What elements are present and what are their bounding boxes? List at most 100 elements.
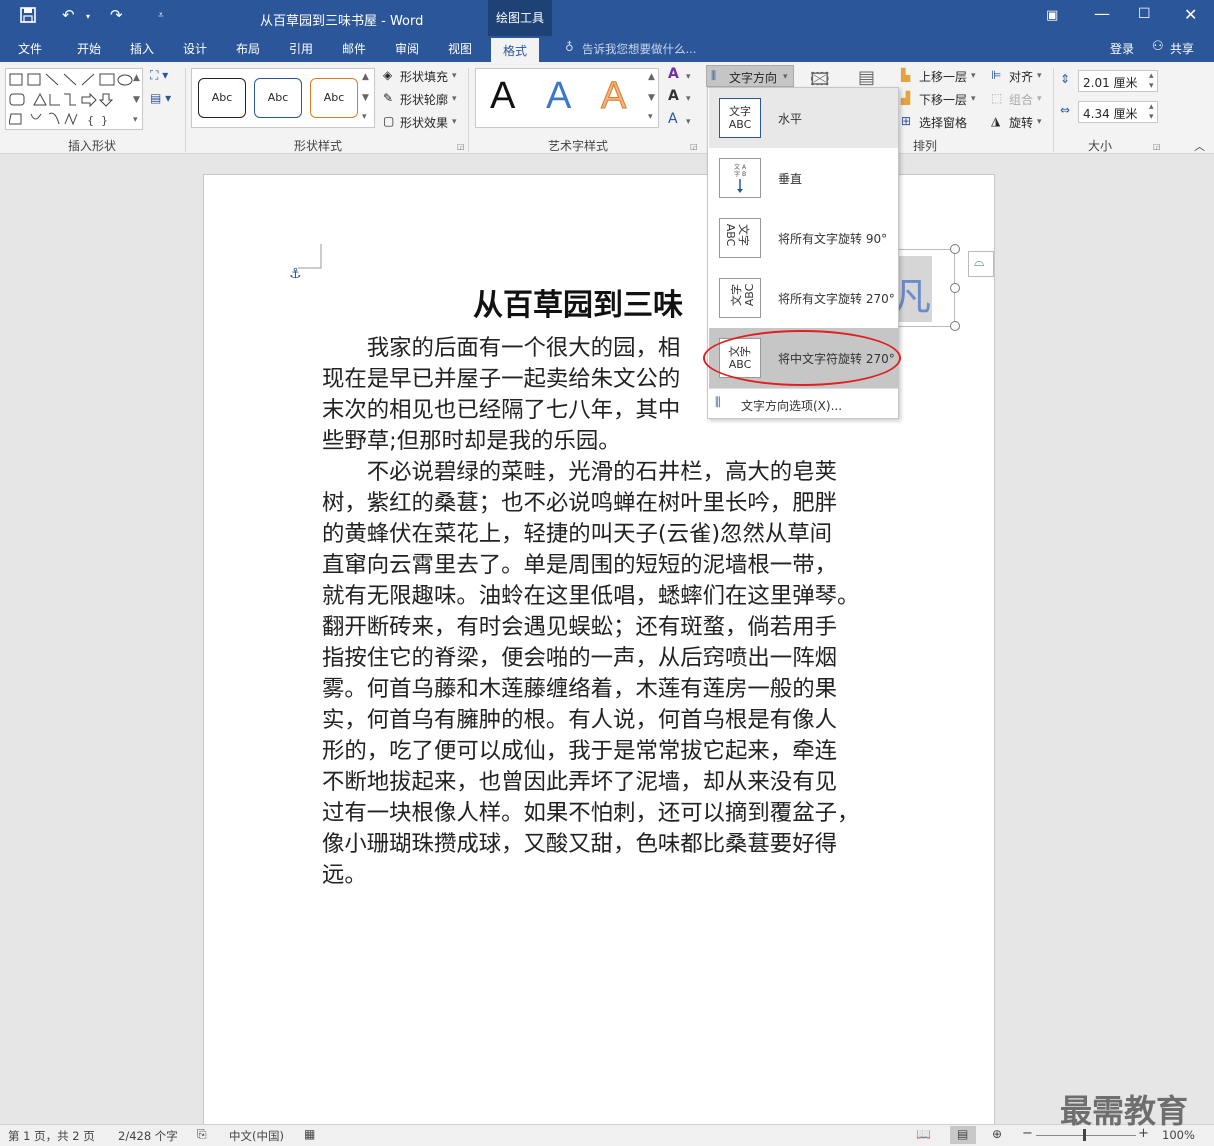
shape-styles-gallery[interactable]: Abc Abc Abc ▲ ▼ ▾ xyxy=(191,68,375,128)
gallery-up-icon[interactable]: ▲ xyxy=(648,72,655,82)
bring-forward-icon[interactable]: ▙ xyxy=(901,68,910,82)
proofing-icon[interactable]: ⎘ xyxy=(197,1127,207,1142)
shape-style-sample[interactable]: Abc xyxy=(254,78,302,118)
minimize-icon[interactable]: — xyxy=(1094,4,1110,23)
collapse-ribbon-icon[interactable]: ︿ xyxy=(1194,138,1205,154)
selection-pane-button[interactable]: 选择窗格 xyxy=(919,114,967,131)
gallery-up-icon[interactable]: ▲ xyxy=(362,72,369,82)
sign-in-link[interactable]: 登录 xyxy=(1110,40,1134,57)
ribbon-display-options-icon[interactable]: ▣ xyxy=(1046,8,1058,23)
tab-insert[interactable]: 插入 xyxy=(130,40,154,57)
edit-shape-icon[interactable]: ⛶ ▾ xyxy=(150,68,168,83)
undo-dropdown-icon[interactable]: ▾ xyxy=(86,12,90,21)
spin-down-icon[interactable]: ▾ xyxy=(1149,112,1154,122)
dialog-launcher-icon[interactable]: ◲ xyxy=(1153,142,1161,151)
close-icon[interactable]: ✕ xyxy=(1184,5,1197,24)
chevron-down-icon[interactable]: ▾ xyxy=(1037,71,1042,81)
maximize-icon[interactable]: ☐ xyxy=(1138,6,1151,22)
wordart-gallery[interactable]: A A A ▲ ▼ ▾ xyxy=(475,68,659,128)
save-icon[interactable] xyxy=(20,7,36,27)
chevron-down-icon[interactable]: ▾ xyxy=(452,71,457,81)
share-button[interactable]: 共享 xyxy=(1170,40,1194,57)
zoom-slider[interactable] xyxy=(1036,1135,1136,1136)
align-button[interactable]: 对齐 xyxy=(1009,68,1033,85)
menu-item-text-direction-options[interactable]: ⫼ 文字方向选项(X)... xyxy=(709,391,898,417)
page-count[interactable]: 第 1 页，共 2 页 xyxy=(8,1128,95,1144)
rotate-icon[interactable]: ◮ xyxy=(991,114,1000,128)
spin-up-icon[interactable]: ▴ xyxy=(1149,102,1154,112)
selection-pane-icon[interactable]: ⊞ xyxy=(901,114,911,128)
send-backward-icon[interactable]: ▟ xyxy=(901,91,910,105)
zoom-out-button[interactable]: − xyxy=(1022,1126,1033,1141)
shape-outline-icon[interactable]: ✎ xyxy=(383,91,393,105)
gallery-more-icon[interactable]: ▾ xyxy=(133,115,138,125)
shape-outline-button[interactable]: 形状轮廓 xyxy=(400,91,448,108)
tab-view[interactable]: 视图 xyxy=(448,40,472,57)
customize-qat-icon[interactable]: ⩡ xyxy=(158,10,164,21)
redo-icon[interactable]: ↷ xyxy=(110,6,123,24)
chevron-down-icon[interactable]: ▾ xyxy=(1037,94,1042,104)
tab-layout[interactable]: 布局 xyxy=(236,40,260,57)
shapes-gallery[interactable]: {} ▲ ▼ ▾ xyxy=(5,68,143,130)
align-icon[interactable]: ⊫ xyxy=(991,68,1001,82)
shape-style-sample[interactable]: Abc xyxy=(310,78,358,118)
group-button[interactable]: 组合 xyxy=(1009,91,1033,108)
menu-item-rotate-270[interactable]: 文字 ABC 将所有文字旋转 270° xyxy=(709,268,898,328)
chevron-down-icon[interactable]: ▾ xyxy=(971,94,976,104)
gallery-more-icon[interactable]: ▾ xyxy=(362,112,367,122)
wrap-text-icon[interactable]: ▤ xyxy=(858,67,875,88)
wordart-sample[interactable]: A xyxy=(546,75,571,118)
group-icon[interactable]: ⬚ xyxy=(991,91,1002,105)
wordart-sample[interactable]: A xyxy=(600,75,626,118)
text-direction-button[interactable]: ⫼ 文字方向 ▾ xyxy=(706,65,794,87)
dialog-launcher-icon[interactable]: ◲ xyxy=(457,142,465,151)
tab-design[interactable]: 设计 xyxy=(183,40,207,57)
gallery-up-icon[interactable]: ▲ xyxy=(133,73,140,83)
read-mode-icon[interactable]: 📖 xyxy=(916,1127,931,1141)
chevron-down-icon[interactable]: ▾ xyxy=(686,72,691,82)
menu-item-rotate-90[interactable]: 文字 ABC 将所有文字旋转 90° xyxy=(709,208,898,268)
chevron-down-icon[interactable]: ▾ xyxy=(452,94,457,104)
gallery-down-icon[interactable]: ▼ xyxy=(133,95,140,105)
chevron-down-icon[interactable]: ▾ xyxy=(971,71,976,81)
shape-effects-icon[interactable]: ▢ xyxy=(383,114,394,128)
text-effects-icon[interactable]: A xyxy=(668,111,678,127)
chevron-down-icon[interactable]: ▾ xyxy=(686,94,691,104)
rotate-button[interactable]: 旋转 xyxy=(1009,114,1033,131)
height-input[interactable]: 2.01 厘米 ▴ ▾ xyxy=(1078,70,1158,92)
tab-mailings[interactable]: 邮件 xyxy=(342,40,366,57)
resize-handle[interactable] xyxy=(950,321,960,331)
tab-home[interactable]: 开始 xyxy=(77,40,101,57)
tab-format[interactable]: 格式 xyxy=(491,36,540,62)
resize-handle[interactable] xyxy=(950,244,960,254)
tab-references[interactable]: 引用 xyxy=(289,40,313,57)
resize-handle[interactable] xyxy=(950,283,960,293)
dialog-launcher-icon[interactable]: ◲ xyxy=(690,142,698,151)
spin-up-icon[interactable]: ▴ xyxy=(1149,71,1154,81)
shape-effects-button[interactable]: 形状效果 xyxy=(400,114,448,131)
layout-options-button[interactable]: ⌓ xyxy=(968,251,994,277)
macro-icon[interactable]: ▦ xyxy=(304,1127,315,1141)
language[interactable]: 中文(中国) xyxy=(229,1128,284,1144)
chevron-down-icon[interactable]: ▾ xyxy=(1037,117,1042,127)
shape-style-sample[interactable]: Abc xyxy=(198,78,246,118)
menu-item-horizontal[interactable]: 文字 ABC 水平 xyxy=(709,88,898,148)
gallery-more-icon[interactable]: ▾ xyxy=(648,112,653,122)
web-layout-icon[interactable]: ⊕ xyxy=(992,1127,1002,1141)
text-fill-icon[interactable]: A xyxy=(668,66,679,82)
tell-me-search[interactable]: 告诉我您想要做什么... xyxy=(582,41,696,57)
shape-fill-button[interactable]: 形状填充 xyxy=(400,68,448,85)
print-layout-view[interactable]: ▤ xyxy=(950,1126,976,1144)
width-input[interactable]: 4.34 厘米 ▴ ▾ xyxy=(1078,101,1158,123)
spin-down-icon[interactable]: ▾ xyxy=(1149,81,1154,91)
send-backward-button[interactable]: 下移一层 xyxy=(919,91,967,108)
draw-text-box-icon[interactable]: ▤ ▾ xyxy=(150,91,171,105)
tab-file[interactable]: 文件 xyxy=(18,40,42,57)
shape-fill-icon[interactable]: ◈ xyxy=(383,68,392,82)
wordart-sample[interactable]: A xyxy=(490,75,515,118)
text-outline-icon[interactable]: A xyxy=(668,88,679,104)
gallery-down-icon[interactable]: ▼ xyxy=(648,93,655,103)
bring-forward-button[interactable]: 上移一层 xyxy=(919,68,967,85)
chevron-down-icon[interactable]: ▾ xyxy=(686,117,691,127)
gallery-down-icon[interactable]: ▼ xyxy=(362,93,369,103)
